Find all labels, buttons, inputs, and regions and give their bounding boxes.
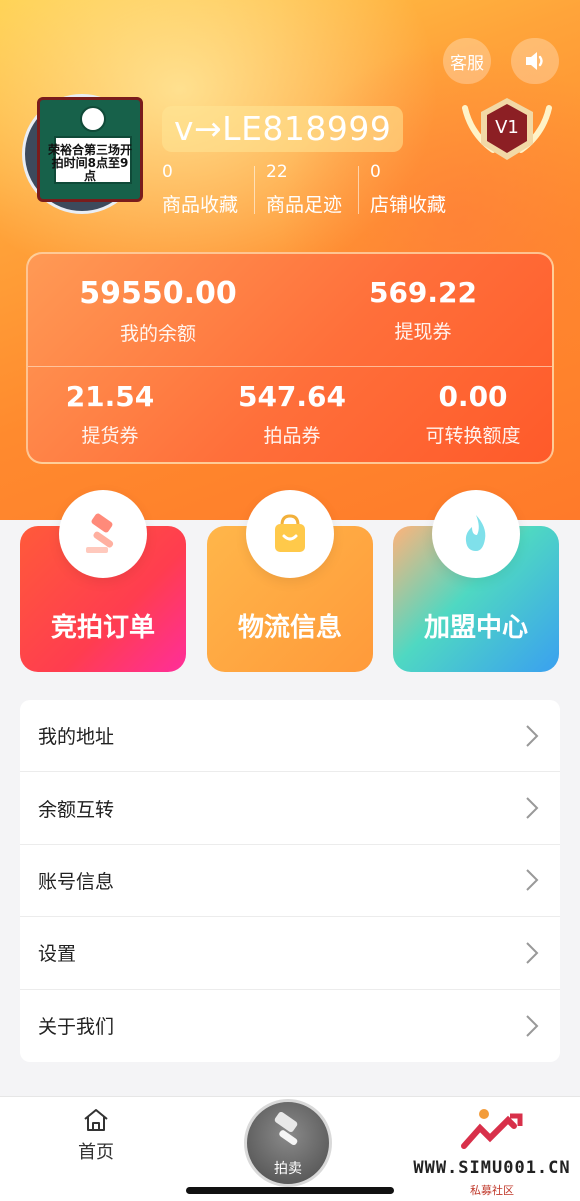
- withdraw-value: 569.22: [368, 276, 478, 309]
- stat-label: 商品足迹: [266, 194, 343, 216]
- chevron-right-icon: [526, 869, 539, 892]
- pickup-label: 提货券: [81, 425, 139, 447]
- chevron-right-icon: [526, 1015, 539, 1037]
- tab-auction[interactable]: 拍卖: [244, 1099, 332, 1187]
- balance-block[interactable]: 59550.00 我的余额: [78, 276, 238, 346]
- chevron-right-icon: [526, 797, 539, 819]
- level-label: V1: [495, 117, 519, 138]
- sound-button[interactable]: [511, 38, 559, 84]
- menu-item-balance-transfer[interactable]: 余额互转: [20, 772, 560, 845]
- home-indicator: [186, 1187, 394, 1194]
- flame-icon: [432, 490, 520, 578]
- settings-menu: 我的地址 余额互转 账号信息 设置 关于我们: [20, 700, 560, 1062]
- balance-label: 我的余额: [119, 323, 196, 345]
- menu-item-address[interactable]: 我的地址: [20, 700, 560, 773]
- menu-item-label: 设置: [38, 943, 77, 966]
- auction-coupon-label: 拍品券: [263, 425, 321, 447]
- gavel-icon: [59, 490, 147, 578]
- avatar-caption: 荣裕合第三场开拍时间8点至9点: [47, 143, 132, 183]
- auction-coupon-block[interactable]: 547.64 拍品券: [232, 380, 352, 448]
- convertible-label: 可转换额度: [425, 425, 521, 447]
- clock-icon: [80, 106, 106, 132]
- stat-history[interactable]: 22 商品足迹: [254, 162, 360, 217]
- convertible-block[interactable]: 0.00 可转换额度: [408, 380, 538, 448]
- watermark-logo-icon: [461, 1109, 523, 1149]
- shopping-bag-icon: [246, 490, 334, 578]
- watermark-sub: 私募社区: [470, 1184, 514, 1197]
- chevron-right-icon: [526, 724, 539, 747]
- menu-item-settings[interactable]: 设置: [20, 917, 560, 990]
- profile-stats: 0 商品收藏 22 商品足迹 0 店铺收藏: [162, 162, 474, 217]
- stat-count: 22: [266, 162, 288, 182]
- tab-home[interactable]: 首页: [66, 1107, 126, 1164]
- speaker-icon: [526, 52, 543, 70]
- username: v→LE818999: [162, 106, 404, 152]
- menu-item-label: 我的地址: [38, 726, 115, 749]
- stat-count: 0: [162, 162, 173, 182]
- pickup-block[interactable]: 21.54 提货券: [54, 380, 166, 448]
- auction-coupon-value: 547.64: [237, 380, 347, 413]
- withdraw-block[interactable]: 569.22 提现券: [358, 276, 488, 344]
- stat-count: 0: [370, 162, 381, 182]
- watermark: WWW.SIMU001.CN 私募社区: [404, 1106, 580, 1198]
- stat-label: 商品收藏: [162, 194, 239, 216]
- watermark-site: WWW.SIMU001.CN: [413, 1158, 571, 1178]
- menu-item-label: 关于我们: [38, 1016, 115, 1039]
- menu-item-label: 余额互转: [38, 798, 115, 821]
- menu-item-account-info[interactable]: 账号信息: [20, 845, 560, 918]
- level-badge[interactable]: V1: [457, 88, 557, 172]
- quick-actions: 竞拍订单 物流信息 加盟中心: [0, 490, 580, 680]
- wallet-panel: 59550.00 我的余额 569.22 提现券 21.54 提货券 547.6…: [26, 252, 554, 464]
- customer-service-button[interactable]: 客服: [443, 38, 491, 84]
- withdraw-label: 提现券: [394, 321, 452, 343]
- tab-auction-label: 拍卖: [274, 1161, 302, 1177]
- gavel-icon: [274, 1111, 298, 1146]
- pickup-value: 21.54: [65, 380, 155, 413]
- stat-shop-favorites[interactable]: 0 店铺收藏: [358, 162, 464, 217]
- chevron-right-icon: [526, 942, 539, 964]
- menu-item-label: 账号信息: [38, 870, 115, 893]
- menu-item-about[interactable]: 关于我们: [20, 990, 560, 1062]
- stat-favorites[interactable]: 0 商品收藏: [162, 162, 256, 217]
- stat-label: 店铺收藏: [370, 194, 447, 216]
- wallet-divider: [28, 366, 552, 367]
- avatar-image: 荣裕合第三场开拍时间8点至9点: [37, 97, 143, 202]
- tab-home-label: 首页: [78, 1142, 114, 1163]
- home-icon: [84, 1109, 108, 1131]
- convertible-value: 0.00: [438, 380, 508, 413]
- balance-value: 59550.00: [79, 276, 237, 311]
